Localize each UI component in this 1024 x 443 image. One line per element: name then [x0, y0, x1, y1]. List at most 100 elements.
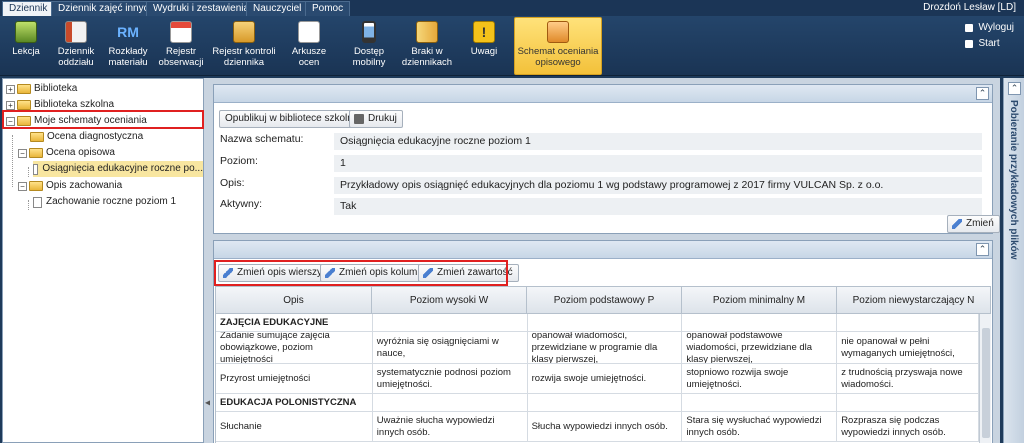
- ribbon-schemat-oceniania-button[interactable]: Schemat oceniania opisowego: [514, 17, 602, 75]
- tree-item-ocena-opisowa[interactable]: − Ocena opisowa: [18, 145, 115, 161]
- column-header-niewystarczajacy[interactable]: Poziom niewystarczający N: [837, 286, 991, 314]
- tree-line: [28, 167, 29, 177]
- table-cell: Zadanie sumujące zajęcia obowiązkowe, po…: [216, 332, 373, 363]
- menu-tab-nauczyciel[interactable]: Nauczyciel: [246, 1, 309, 16]
- table-cell: Przyrost umiejętności: [216, 364, 373, 393]
- table-row[interactable]: ZAJĘCIA EDUKACYJNE: [216, 314, 979, 332]
- menu-tab-wydruki[interactable]: Wydruki i zestawienia: [146, 1, 257, 16]
- menu-tab-dziennik[interactable]: Dziennik: [2, 1, 55, 16]
- column-header-podstawowy[interactable]: Poziom podstawowy P: [527, 286, 682, 314]
- logout-link[interactable]: Wyloguj: [964, 20, 1014, 36]
- observation-register-icon: [170, 21, 192, 43]
- field-label-active: Aktywny:: [220, 198, 263, 210]
- main-area: ⌃ Opublikuj w bibliotece szkolnej Drukuj…: [210, 78, 1000, 443]
- tree-item-zachowanie-roczne[interactable]: Zachowanie roczne poziom 1: [33, 194, 176, 210]
- grid-header: Opis Poziom wysoki W Poziom podstawowy P…: [215, 286, 991, 314]
- collapse-icon[interactable]: −: [18, 181, 27, 191]
- tree-item-ocena-diagnostyczna[interactable]: Ocena diagnostyczna: [30, 129, 143, 145]
- field-label-description: Opis:: [220, 177, 245, 189]
- tree-item-opis-zachowania[interactable]: − Opis zachowania: [18, 178, 122, 194]
- edit-scheme-button[interactable]: Zmień: [947, 215, 1000, 233]
- ribbon-dostep-mobilny-button[interactable]: Dostęp mobilny: [344, 18, 394, 74]
- grid-panel-header: ⌃: [214, 241, 992, 259]
- ribbon-dziennik-oddzialu-button[interactable]: Dziennik oddziału: [52, 18, 100, 74]
- mobile-access-icon: [362, 21, 376, 43]
- table-row[interactable]: Zadanie sumujące zajęcia obowiązkowe, po…: [216, 332, 979, 364]
- table-cell: Uważnie słucha wypowiedzi innych osób.: [373, 412, 528, 441]
- user-name: Drozdoń Lesław [LD]: [923, 2, 1016, 13]
- field-value-active: Tak: [334, 198, 982, 215]
- pencil-icon: [952, 219, 962, 229]
- ribbon-rejestr-kontroli-button[interactable]: Rejestr kontroli dziennika: [210, 18, 278, 74]
- expand-icon[interactable]: +: [6, 84, 15, 94]
- class-journal-icon: [65, 21, 87, 43]
- table-row[interactable]: EDUKACJA POLONISTYCZNA: [216, 394, 979, 412]
- table-row[interactable]: Przyrost umiejętności systematycznie pod…: [216, 364, 979, 394]
- expand-icon[interactable]: +: [6, 100, 15, 110]
- start-link[interactable]: Start: [964, 36, 1014, 52]
- ribbon-right-links: Wyloguj Start: [964, 20, 1014, 52]
- descriptive-scheme-icon: [547, 21, 569, 43]
- details-panel-header: ⌃: [214, 85, 992, 103]
- menu-tab-dziennik-zajec-innych[interactable]: Dziennik zajęć innych: [51, 1, 162, 16]
- folder-open-icon: [29, 181, 43, 191]
- scrollbar-thumb[interactable]: [982, 328, 990, 438]
- table-cell: nie opanował w pełni wymaganych umiejętn…: [837, 332, 979, 363]
- ribbon-lekcja-button[interactable]: Lekcja: [4, 18, 48, 74]
- collapse-up-icon[interactable]: ⌃: [976, 87, 989, 100]
- table-cell: EDUKACJA POLONISTYCZNA: [216, 394, 373, 411]
- document-icon: [33, 196, 42, 208]
- grid-body: ZAJĘCIA EDUKACYJNE Zadanie sumujące zaję…: [215, 314, 979, 443]
- table-row[interactable]: Słuchanie Uważnie słucha wypowiedzi inny…: [216, 412, 979, 442]
- publish-button[interactable]: Opublikuj w bibliotece szkolnej: [219, 110, 367, 128]
- lock-icon: [964, 24, 973, 32]
- ribbon-rozklady-button[interactable]: RM Rozkłady materiału: [104, 18, 152, 74]
- table-cell: Słucha wypowiedzi innych osób.: [528, 412, 683, 441]
- ribbon-braki-button[interactable]: Braki w dziennikach: [398, 18, 456, 74]
- field-value-level: 1: [334, 155, 982, 172]
- field-value-name: Osiągnięcia edukacyjne roczne poziom 1: [334, 133, 982, 150]
- rm-icon: RM: [117, 24, 139, 40]
- folder-icon: [17, 84, 31, 94]
- table-cell: stopniowo rozwija swoje umiejętności.: [682, 364, 838, 393]
- table-cell: [682, 394, 838, 411]
- table-cell: [528, 394, 683, 411]
- table-cell: wyróżnia się osiągnięciami w nauce,: [373, 332, 528, 363]
- table-cell: Stara się wysłuchać wypowiedzi innych os…: [682, 412, 838, 441]
- collapse-icon[interactable]: −: [18, 148, 27, 158]
- side-tab-downloads[interactable]: ⌃ Pobieranie przykładowych plików: [1003, 78, 1024, 443]
- tree-line: [12, 135, 13, 187]
- tree-item-osiagniecia-selected[interactable]: Osiągnięcia edukacyjne roczne po...: [33, 161, 203, 177]
- table-cell: rozwija swoje umiejętności.: [528, 364, 683, 393]
- table-cell: [373, 314, 528, 331]
- journal-control-icon: [233, 21, 255, 43]
- highlight-box-toolbar: [214, 260, 508, 286]
- field-value-description: Przykładowy opis osiągnięć edukacyjnych …: [334, 177, 982, 194]
- grid-scrollbar[interactable]: [979, 314, 991, 443]
- collapse-up-icon[interactable]: ⌃: [1008, 82, 1021, 95]
- table-cell: [373, 394, 528, 411]
- table-cell: z trudnością przyswaja nowe wiadomości.: [837, 364, 979, 393]
- grade-sheets-icon: [298, 21, 320, 43]
- ribbon-uwagi-button[interactable]: ! Uwagi: [462, 18, 506, 74]
- tree-item-biblioteka[interactable]: + Biblioteka: [6, 81, 77, 97]
- scheme-details-panel: ⌃ Opublikuj w bibliotece szkolnej Drukuj…: [213, 84, 1000, 234]
- table-cell: [837, 314, 979, 331]
- print-button[interactable]: Drukuj: [349, 110, 403, 128]
- folder-icon: [30, 132, 44, 142]
- column-header-minimalny[interactable]: Poziom minimalny M: [682, 286, 837, 314]
- ribbon-arkusze-ocen-button[interactable]: Arkusze ocen: [284, 18, 334, 74]
- collapse-up-icon[interactable]: ⌃: [976, 243, 989, 256]
- folder-icon: [17, 100, 31, 110]
- table-cell: [682, 314, 838, 331]
- journal-gaps-icon: [416, 21, 438, 43]
- column-header-opis[interactable]: Opis: [215, 286, 372, 314]
- home-icon: [964, 40, 973, 48]
- document-icon: [33, 163, 39, 175]
- menu-tab-pomoc[interactable]: Pomoc: [305, 1, 351, 16]
- table-cell: [837, 394, 979, 411]
- column-header-wysoki[interactable]: Poziom wysoki W: [372, 286, 527, 314]
- ribbon-rejestr-obserwacji-button[interactable]: Rejestr obserwacji: [156, 18, 206, 74]
- menu-bar: Dziennik Dziennik zajęć innych Wydruki i…: [0, 0, 1024, 16]
- table-cell: Słuchanie: [216, 412, 373, 441]
